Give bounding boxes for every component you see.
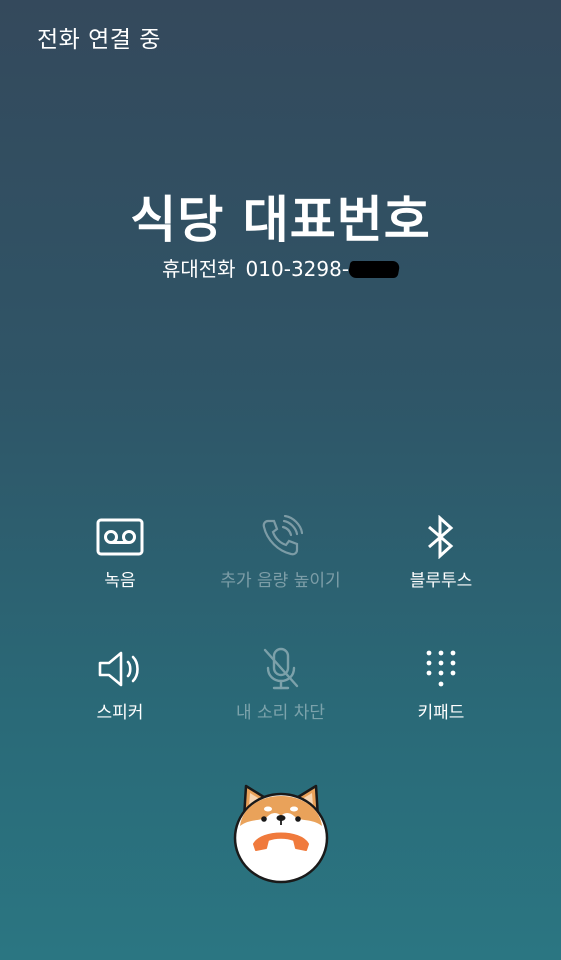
record-label: 녹음 bbox=[104, 571, 136, 591]
call-controls: 녹음 추가 음량 높이기 블루투스 스피커 내 소리 차단 키패드 bbox=[0, 510, 561, 774]
mic-off-icon bbox=[254, 642, 308, 696]
line-type: 휴대전화 bbox=[161, 257, 236, 281]
redaction-mark bbox=[347, 261, 401, 278]
caller-name: 식당 대표번호 bbox=[130, 191, 431, 249]
phone-number: 010-3298- bbox=[245, 257, 350, 281]
end-call-button[interactable] bbox=[232, 782, 330, 884]
bluetooth-button[interactable]: 블루투스 bbox=[361, 510, 521, 642]
keypad-button[interactable]: 키패드 bbox=[361, 642, 521, 774]
caller-info: 식당 대표번호 휴대전화 010-3298- bbox=[0, 188, 561, 284]
mute-button[interactable]: 내 소리 차단 bbox=[201, 642, 361, 774]
keypad-label: 키패드 bbox=[417, 703, 465, 723]
speaker-button[interactable]: 스피커 bbox=[40, 642, 200, 774]
bluetooth-label: 블루투스 bbox=[409, 571, 473, 591]
speaker-label: 스피커 bbox=[96, 703, 144, 723]
dialpad-icon bbox=[414, 642, 468, 696]
bluetooth-icon bbox=[414, 510, 468, 564]
caller-number-line: 휴대전화 010-3298- bbox=[0, 254, 561, 284]
mute-label: 내 소리 차단 bbox=[235, 703, 325, 723]
phone-volume-icon bbox=[254, 510, 308, 564]
call-status: 전화 연결 중 bbox=[37, 27, 161, 53]
speaker-icon bbox=[93, 642, 147, 696]
record-button[interactable]: 녹음 bbox=[40, 510, 200, 642]
volume-boost-button[interactable]: 추가 음량 높이기 bbox=[201, 510, 361, 642]
voicemail-icon bbox=[93, 510, 147, 564]
volume-boost-label: 추가 음량 높이기 bbox=[220, 571, 341, 591]
controls-row-1: 녹음 추가 음량 높이기 블루투스 bbox=[0, 510, 561, 642]
shiba-dog-end-call-icon bbox=[233, 784, 329, 884]
controls-row-2: 스피커 내 소리 차단 키패드 bbox=[0, 642, 561, 774]
